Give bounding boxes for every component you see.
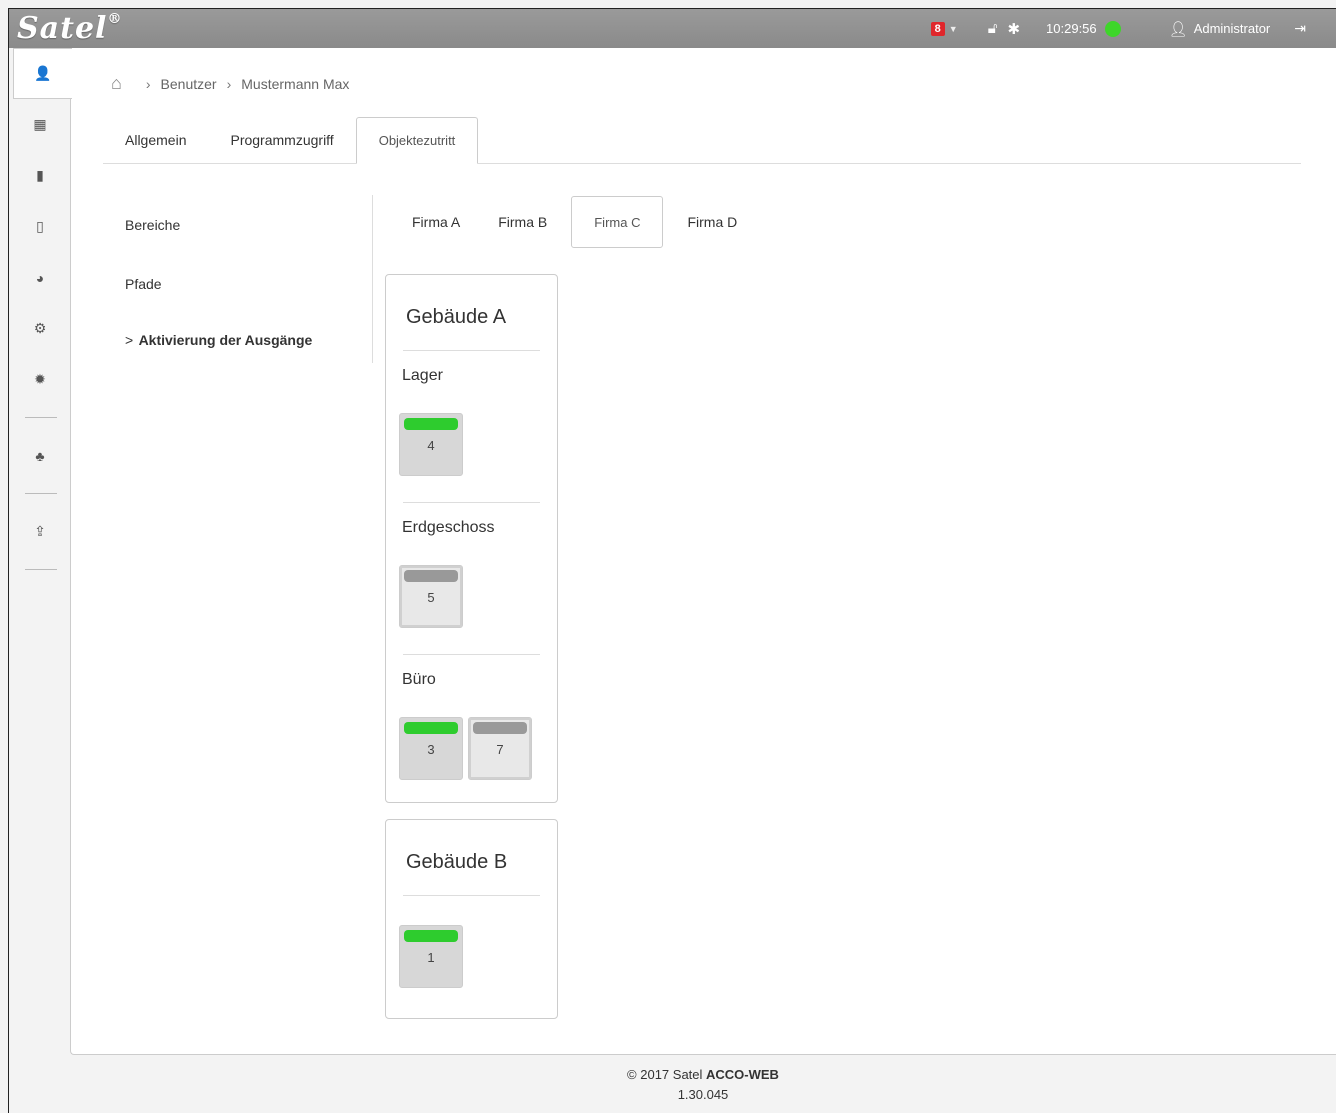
- door-status-indicator: [473, 722, 527, 734]
- tab-firma-b[interactable]: Firma B: [479, 196, 566, 248]
- asterisk-icon[interactable]: ✱: [1007, 20, 1020, 38]
- subnav-bereiche[interactable]: Bereiche: [125, 195, 372, 251]
- document-icon: ▮: [36, 167, 44, 183]
- area-label: Lager: [402, 367, 443, 384]
- home-icon[interactable]: ⌂: [111, 73, 122, 94]
- nav-copy[interactable]: ▯: [9, 201, 71, 252]
- divider: [403, 654, 540, 655]
- nav-upload[interactable]: ⇪: [9, 506, 71, 557]
- sub-navigation: Bereiche Pfade > Aktivierung der Ausgäng…: [125, 195, 373, 363]
- door-status-indicator: [404, 418, 458, 430]
- door-number: 1: [427, 950, 435, 965]
- door-number: 7: [496, 742, 504, 757]
- cubes-icon: ♣: [35, 447, 45, 464]
- door-tile[interactable]: 3: [399, 717, 463, 780]
- tab-firma-d[interactable]: Firma D: [668, 196, 756, 248]
- door-tile[interactable]: 1: [399, 925, 463, 988]
- area-label: Büro: [402, 671, 436, 688]
- door-number: 4: [427, 438, 435, 453]
- unlock-icon[interactable]: 🔓︎: [988, 20, 998, 37]
- top-bar: Satel® 8 ▼ 🔓︎ ✱ 10:29:56 👤︎ Administrato…: [9, 9, 1336, 48]
- satel-logo: Satel®: [17, 11, 123, 46]
- door-status-indicator: [404, 570, 458, 582]
- door-status-indicator: [404, 722, 458, 734]
- gears-icon: ⚙: [33, 320, 47, 336]
- upload-icon: ⇪: [34, 523, 46, 539]
- nav-divider: [25, 493, 57, 494]
- calendar-icon: ▦: [33, 116, 47, 132]
- tab-allgemein[interactable]: Allgemein: [103, 116, 208, 163]
- logout-icon[interactable]: ⇥: [1294, 20, 1306, 37]
- globe-icon: ◕: [35, 269, 45, 286]
- door-status-indicator: [404, 930, 458, 942]
- divider: [403, 502, 540, 503]
- nav-gears[interactable]: ⚙: [9, 303, 71, 354]
- door-number: 5: [427, 590, 435, 605]
- clock-time: 10:29:56: [1046, 21, 1097, 36]
- alarm-count-badge[interactable]: 8: [930, 21, 945, 36]
- app-window: Satel® 8 ▼ 🔓︎ ✱ 10:29:56 👤︎ Administrato…: [8, 8, 1336, 1113]
- breadcrumb-users[interactable]: Benutzer: [161, 76, 217, 92]
- divider: [403, 895, 540, 896]
- nav-cubes[interactable]: ♣: [9, 430, 71, 481]
- nav-divider: [25, 569, 57, 570]
- product-name: ACCO-WEB: [706, 1067, 779, 1082]
- tab-firma-c[interactable]: Firma C: [571, 196, 664, 248]
- nav-globe[interactable]: ◕: [9, 252, 71, 303]
- main-panel: ⌂ › Benutzer › Mustermann Max Allgemein …: [70, 48, 1336, 1055]
- door-tile[interactable]: 7: [468, 717, 532, 780]
- divider: [403, 350, 540, 351]
- connection-status-icon: [1104, 20, 1121, 37]
- nav-users[interactable]: 👤: [13, 48, 72, 99]
- user-tabs: Allgemein Programmzugriff Objektezutritt: [103, 110, 1301, 164]
- footer: © 2017 Satel ACCO-WEB 1.30.045: [70, 1065, 1336, 1105]
- breadcrumb-current-user: Mustermann Max: [241, 75, 350, 92]
- nav-divider: [25, 417, 57, 418]
- version: 1.30.045: [677, 1087, 729, 1102]
- door-row: 4: [399, 413, 557, 476]
- nav-documents[interactable]: ▮: [9, 150, 71, 201]
- building-title: Gebäude A: [406, 306, 507, 328]
- door-number: 3: [427, 742, 435, 757]
- subnav-aktivierung-label: Aktivierung der Ausgänge: [138, 332, 313, 348]
- copyright: © 2017 Satel ACCO-WEB: [627, 1067, 779, 1082]
- company-tabs: Firma A Firma B Firma C Firma D: [393, 196, 756, 248]
- building-title: Gebäude B: [406, 851, 508, 873]
- copy-icon: ▯: [36, 218, 44, 234]
- tab-firma-a[interactable]: Firma A: [393, 196, 479, 248]
- door-row: 3 7: [399, 717, 557, 780]
- left-navigation: 👤 ▦ ▮ ▯ ◕ ⚙ ✹ ♣ ⇪: [9, 48, 72, 1113]
- door-tile[interactable]: 4: [399, 413, 463, 476]
- nav-schedules[interactable]: ▦: [9, 99, 71, 150]
- user-icon: 👤: [34, 65, 52, 81]
- user-icon: 👤︎: [1168, 20, 1188, 38]
- door-tile[interactable]: 5: [399, 565, 463, 628]
- settings-icon: ✹: [34, 371, 46, 387]
- tab-objektezutritt[interactable]: Objektezutritt: [355, 117, 479, 164]
- door-row: 5: [399, 565, 557, 628]
- alarm-dropdown-icon[interactable]: ▼: [949, 24, 958, 34]
- subnav-pfade[interactable]: Pfade: [125, 251, 372, 307]
- chevron-right-icon: ›: [226, 75, 232, 92]
- user-name-link[interactable]: Administrator: [1194, 21, 1271, 36]
- area-label: Erdgeschoss: [402, 519, 495, 536]
- subnav-aktivierung[interactable]: > Aktivierung der Ausgänge: [125, 307, 372, 363]
- chevron-right-icon: ›: [145, 75, 151, 92]
- nav-settings[interactable]: ✹: [9, 354, 71, 405]
- breadcrumb: ⌂ › Benutzer › Mustermann Max: [111, 73, 349, 94]
- door-row: 1: [399, 925, 557, 988]
- chevron-right-icon: >: [125, 332, 134, 348]
- building-card: Gebäude A Lager 4 Erdgeschoss 5 Büro 3 7: [385, 274, 558, 803]
- tab-programmzugriff[interactable]: Programmzugriff: [208, 116, 355, 163]
- building-card: Gebäude B 1: [385, 819, 558, 1019]
